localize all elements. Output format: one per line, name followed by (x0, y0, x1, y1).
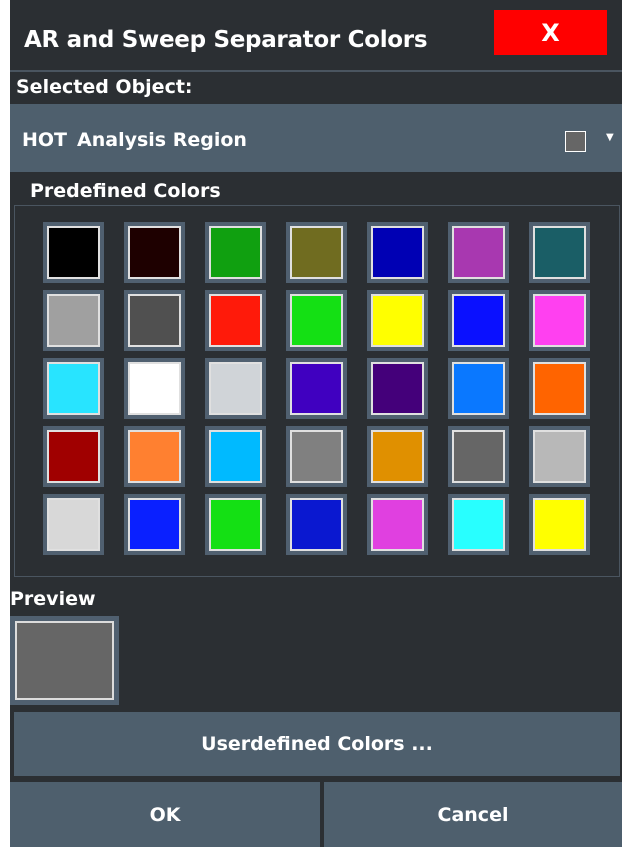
color-swatch-r5-c5[interactable] (367, 494, 428, 555)
color-swatch-r1-c6[interactable] (448, 222, 509, 283)
color-swatch-r1-c2[interactable] (124, 222, 185, 283)
color-swatch-fill (371, 294, 424, 347)
color-swatch-r5-c1[interactable] (43, 494, 104, 555)
color-swatch-fill (452, 498, 505, 551)
color-swatch-fill (209, 226, 262, 279)
color-swatch-r2-c7[interactable] (529, 290, 590, 351)
color-swatch-fill (371, 430, 424, 483)
color-swatch-fill (290, 294, 343, 347)
color-swatch-r3-c7[interactable] (529, 358, 590, 419)
color-swatch-r1-c4[interactable] (286, 222, 347, 283)
color-swatch-fill (533, 498, 586, 551)
color-swatch-r3-c6[interactable] (448, 358, 509, 419)
color-swatch-r1-c5[interactable] (367, 222, 428, 283)
color-swatch-fill (209, 294, 262, 347)
color-swatch-fill (209, 362, 262, 415)
preview-frame (10, 616, 119, 705)
color-swatch-fill (209, 498, 262, 551)
color-swatch-r2-c5[interactable] (367, 290, 428, 351)
predefined-colors-label: Predefined Colors (30, 180, 221, 202)
object-title: Analysis Region (77, 129, 247, 151)
color-swatch-fill (371, 498, 424, 551)
color-swatch-r1-c7[interactable] (529, 222, 590, 283)
color-swatch-fill (452, 362, 505, 415)
title-bar: AR and Sweep Separator Colors X (10, 0, 622, 72)
color-swatch-r2-c1[interactable] (43, 290, 104, 351)
color-swatch-fill (533, 362, 586, 415)
close-button[interactable]: X (494, 10, 607, 55)
color-swatch-fill (47, 362, 100, 415)
color-swatch-fill (452, 430, 505, 483)
color-swatch-fill (209, 430, 262, 483)
color-swatch-r3-c5[interactable] (367, 358, 428, 419)
userdefined-colors-button[interactable]: Userdefined Colors ... (14, 712, 620, 776)
color-swatch-fill (290, 226, 343, 279)
dialog-title: AR and Sweep Separator Colors (24, 27, 428, 53)
color-swatch-fill (533, 226, 586, 279)
color-swatch-fill (533, 294, 586, 347)
color-swatch-r4-c2[interactable] (124, 426, 185, 487)
color-swatch-fill (452, 294, 505, 347)
color-swatch-r4-c5[interactable] (367, 426, 428, 487)
color-swatch-r5-c3[interactable] (205, 494, 266, 555)
color-swatch-fill (47, 430, 100, 483)
color-swatch-fill (128, 430, 181, 483)
color-swatch-r3-c4[interactable] (286, 358, 347, 419)
object-tag: HOT (22, 129, 68, 151)
color-swatch-fill (128, 498, 181, 551)
color-swatch-r5-c7[interactable] (529, 494, 590, 555)
color-swatch-r2-c3[interactable] (205, 290, 266, 351)
color-swatch-fill (371, 226, 424, 279)
color-swatch-r1-c3[interactable] (205, 222, 266, 283)
color-swatch-r2-c2[interactable] (124, 290, 185, 351)
color-dialog: AR and Sweep Separator Colors X Selected… (10, 0, 622, 847)
color-swatch-fill (47, 498, 100, 551)
color-swatch-r2-c4[interactable] (286, 290, 347, 351)
color-swatch-r4-c7[interactable] (529, 426, 590, 487)
selected-object-label: Selected Object: (16, 76, 193, 98)
ok-button[interactable]: OK (10, 782, 320, 847)
color-swatch-r3-c1[interactable] (43, 358, 104, 419)
color-swatch-fill (128, 226, 181, 279)
color-swatch-fill (290, 430, 343, 483)
preview-label: Preview (10, 588, 96, 610)
color-swatch-r4-c1[interactable] (43, 426, 104, 487)
object-selector[interactable]: HOT Analysis Region ▼ (10, 104, 622, 172)
cancel-button[interactable]: Cancel (324, 782, 622, 847)
color-swatch-r3-c3[interactable] (205, 358, 266, 419)
color-swatch-fill (371, 362, 424, 415)
chevron-down-icon[interactable]: ▼ (606, 132, 614, 143)
color-swatch-fill (128, 294, 181, 347)
color-swatch-r4-c4[interactable] (286, 426, 347, 487)
color-swatch-fill (47, 226, 100, 279)
color-swatch-fill (290, 498, 343, 551)
color-swatch-r3-c2[interactable] (124, 358, 185, 419)
current-color-swatch (565, 131, 586, 152)
color-swatch-r2-c6[interactable] (448, 290, 509, 351)
color-swatch-r4-c3[interactable] (205, 426, 266, 487)
title-divider (10, 70, 622, 72)
object-name: HOT Analysis Region (22, 129, 247, 151)
color-swatch-r5-c4[interactable] (286, 494, 347, 555)
color-swatch-r1-c1[interactable] (43, 222, 104, 283)
color-swatch-r5-c2[interactable] (124, 494, 185, 555)
preview-swatch (15, 621, 114, 700)
color-swatch-fill (290, 362, 343, 415)
color-swatch-fill (128, 362, 181, 415)
color-swatch-fill (452, 226, 505, 279)
color-grid (43, 222, 590, 562)
color-swatch-r4-c6[interactable] (448, 426, 509, 487)
color-swatch-fill (533, 430, 586, 483)
color-swatch-fill (47, 294, 100, 347)
color-swatch-r5-c6[interactable] (448, 494, 509, 555)
